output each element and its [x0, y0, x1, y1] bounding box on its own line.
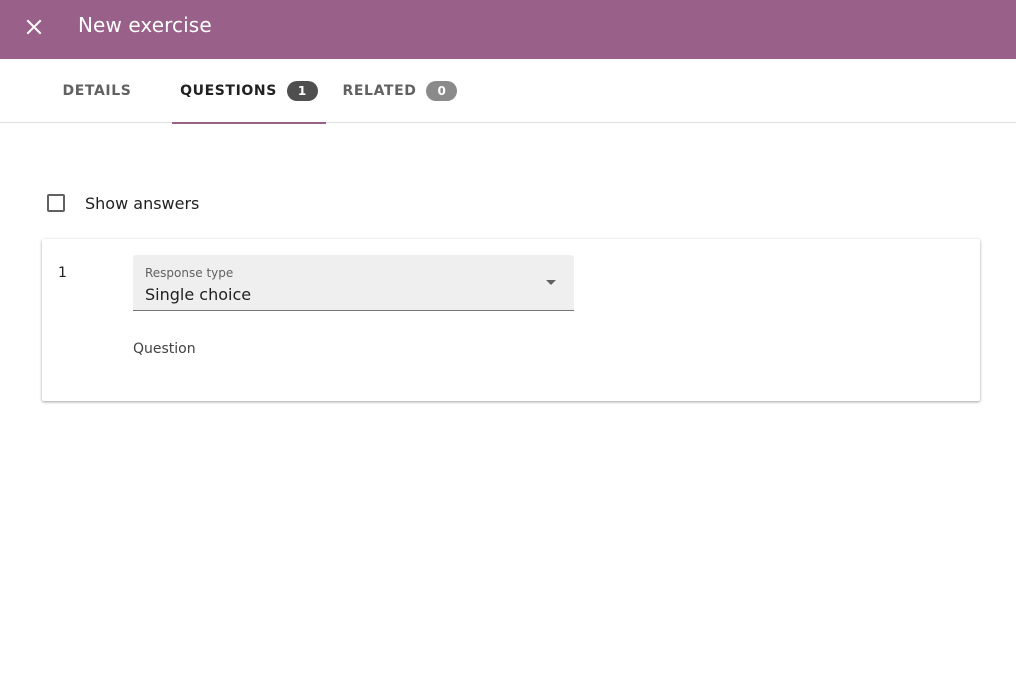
show-answers-checkbox[interactable] — [47, 194, 65, 212]
question-number: 1 — [58, 265, 67, 281]
tab-related[interactable]: RELATED 0 — [335, 59, 465, 123]
tab-bar: DETAILS QUESTIONS 1 RELATED 0 — [0, 59, 1016, 124]
tab-details-label: DETAILS — [62, 83, 132, 99]
questions-count-badge: 1 — [286, 81, 318, 101]
close-icon — [26, 19, 42, 35]
close-button[interactable] — [18, 11, 50, 43]
dropdown-arrow-icon — [546, 280, 556, 285]
app-bar: New exercise — [0, 0, 1016, 59]
show-answers-toggle[interactable]: Show answers — [47, 192, 199, 214]
related-count-badge: 0 — [426, 81, 458, 101]
response-type-value: Single choice — [145, 285, 252, 304]
tab-details[interactable]: DETAILS — [55, 59, 139, 123]
tab-questions-label: QUESTIONS — [180, 83, 277, 99]
show-answers-label: Show answers — [85, 193, 200, 213]
question-label: Question — [133, 341, 196, 357]
question-card: 1 Response type Single choice Question — [42, 239, 980, 401]
response-type-label: Response type — [145, 266, 234, 280]
tab-related-label: RELATED — [342, 83, 417, 99]
page-title: New exercise — [78, 13, 212, 37]
tab-questions[interactable]: QUESTIONS 1 — [172, 59, 326, 124]
response-type-select[interactable]: Response type Single choice — [133, 255, 574, 311]
